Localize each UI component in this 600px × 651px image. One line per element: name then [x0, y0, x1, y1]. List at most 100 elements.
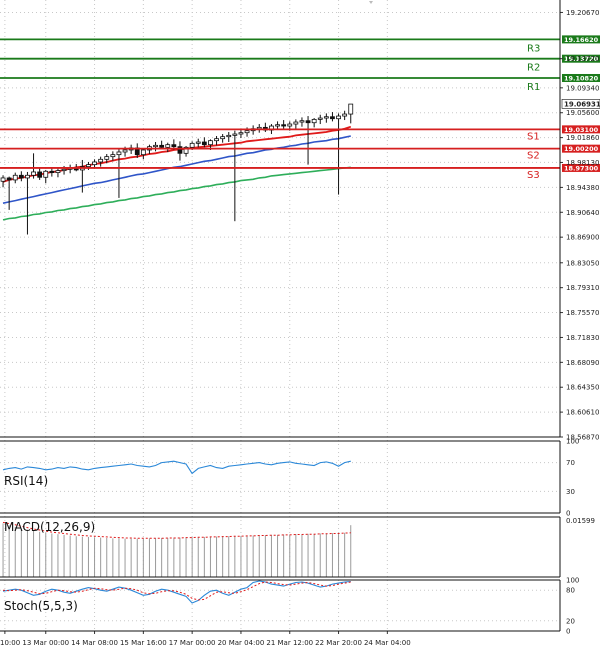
candle [293, 119, 299, 129]
price-tick-label: 18.90640 [566, 209, 599, 217]
candle-body [323, 116, 329, 119]
candle-body [208, 140, 213, 146]
stoch-label: Stoch(5,5,3) [4, 599, 78, 613]
panel-frames [0, 0, 561, 632]
candle-body [49, 170, 55, 174]
candle [214, 136, 219, 146]
level-r1: R1 19.10820 [0, 73, 600, 93]
price-tick-label: 19.20670 [566, 9, 599, 17]
level-name: S3 [527, 170, 540, 181]
candle [256, 124, 262, 133]
time-tick-label: 20 Mar 04:00 [218, 639, 265, 647]
support-resistance-levels: R3 19.16620 R2 19.13720 R1 19.10820 S1 19.03100… [0, 35, 600, 181]
candle [140, 148, 146, 160]
price-tick-label: 18.60610 [566, 409, 599, 417]
candle-body [195, 141, 201, 144]
candle [311, 118, 317, 128]
candle-body [299, 120, 305, 123]
level-r3: R3 19.16620 [0, 35, 600, 54]
level-price-label: 19.00200 [564, 145, 599, 153]
rsi-label: RSI(14) [4, 474, 48, 488]
candle [18, 171, 24, 182]
macd-tick-label: 0.01599 [566, 517, 595, 525]
candle-body [214, 138, 219, 142]
price-tick-label: 18.75570 [566, 309, 599, 317]
candle [31, 153, 36, 179]
candle [67, 164, 73, 174]
level-s2: S2 19.00200 [0, 144, 600, 162]
candle [116, 148, 122, 198]
candle [317, 114, 323, 125]
price-grid [0, 0, 560, 631]
candle-body [86, 164, 91, 168]
level-name: R1 [527, 82, 540, 93]
chart-canvas: R3 19.16620 R2 19.13720 R1 19.10820 S1 19.03100… [0, 0, 600, 647]
candle [153, 142, 158, 152]
candle [12, 172, 18, 184]
candle-body [43, 170, 49, 178]
candle-body [177, 146, 183, 154]
level-r2: R2 19.13720 [0, 54, 600, 74]
time-tick-label: 14 Mar 08:00 [71, 639, 118, 647]
level-name: R2 [527, 63, 540, 74]
rsi-tick-label: 30 [566, 488, 575, 496]
candle-body [6, 177, 12, 181]
rsi-panel: 10070300RSI(14) [0, 438, 579, 518]
candle-body [293, 121, 299, 125]
candle-body [238, 132, 244, 135]
price-tick-label: 18.68090 [566, 359, 599, 367]
rsi-tick-label: 70 [566, 459, 575, 467]
candle-body [31, 171, 36, 176]
current-price-label: 19.06931 [564, 100, 600, 108]
candle-body [317, 117, 323, 120]
candle-body [61, 168, 67, 172]
time-tick-label: 13 Mar 00:00 [22, 639, 69, 647]
candle-body [104, 156, 110, 160]
stoch-signal-line [2, 581, 351, 601]
candle [183, 145, 189, 157]
stoch-tick-label: 100 [566, 577, 579, 585]
candle-body [305, 120, 311, 124]
time-tick-label: 24 Mar 04:00 [364, 639, 411, 647]
stoch-tick-label: 20 [566, 617, 575, 625]
stoch-panel: 100 80 20 0 Stoch(5,5,3) [0, 577, 579, 636]
candle-body [140, 149, 146, 156]
level-price-label: 19.03100 [564, 126, 599, 134]
candlestick-series [0, 103, 354, 235]
candle-body [348, 103, 354, 115]
candle [98, 156, 104, 167]
moving-averages [2, 125, 352, 221]
level-name: S2 [527, 151, 540, 162]
candle-body [330, 116, 335, 120]
time-axis: 10:00 13 Mar 00:00 14 Mar 08:00 15 Mar 16:0… [0, 631, 411, 647]
candle-body [189, 142, 195, 148]
time-tick-label: 10:00 [0, 639, 20, 647]
level-name: R3 [527, 43, 540, 54]
price-tick-label: 19.09340 [566, 84, 599, 92]
candle [195, 138, 201, 148]
candle [226, 132, 232, 143]
candle-body [171, 144, 177, 148]
stoch-tick-label: 80 [566, 587, 575, 595]
rsi-tick-label: 100 [566, 438, 579, 446]
ma-blue-line [2, 135, 351, 204]
level-price-label: 19.10820 [564, 74, 599, 82]
candle-body [37, 171, 43, 178]
candle [348, 103, 354, 124]
candle [330, 112, 335, 122]
price-tick-label: 18.86900 [566, 234, 599, 242]
candle-body [55, 170, 61, 174]
candle [177, 141, 183, 161]
time-tick-label: 22 Mar 20:00 [315, 639, 362, 647]
candle-body [153, 144, 158, 148]
candle-body [281, 124, 287, 127]
candle-body [226, 134, 232, 138]
candle [262, 122, 268, 133]
candle-body [232, 133, 238, 136]
time-tick-label: 15 Mar 16:00 [120, 639, 167, 647]
scroll-arrow-icon [369, 1, 373, 4]
candle-body [275, 124, 280, 127]
macd-label: MACD(12,26,9) [4, 520, 95, 534]
price-tick-label: 19.13720 [566, 55, 599, 63]
current-price-marker: 19.06931 [561, 99, 600, 109]
